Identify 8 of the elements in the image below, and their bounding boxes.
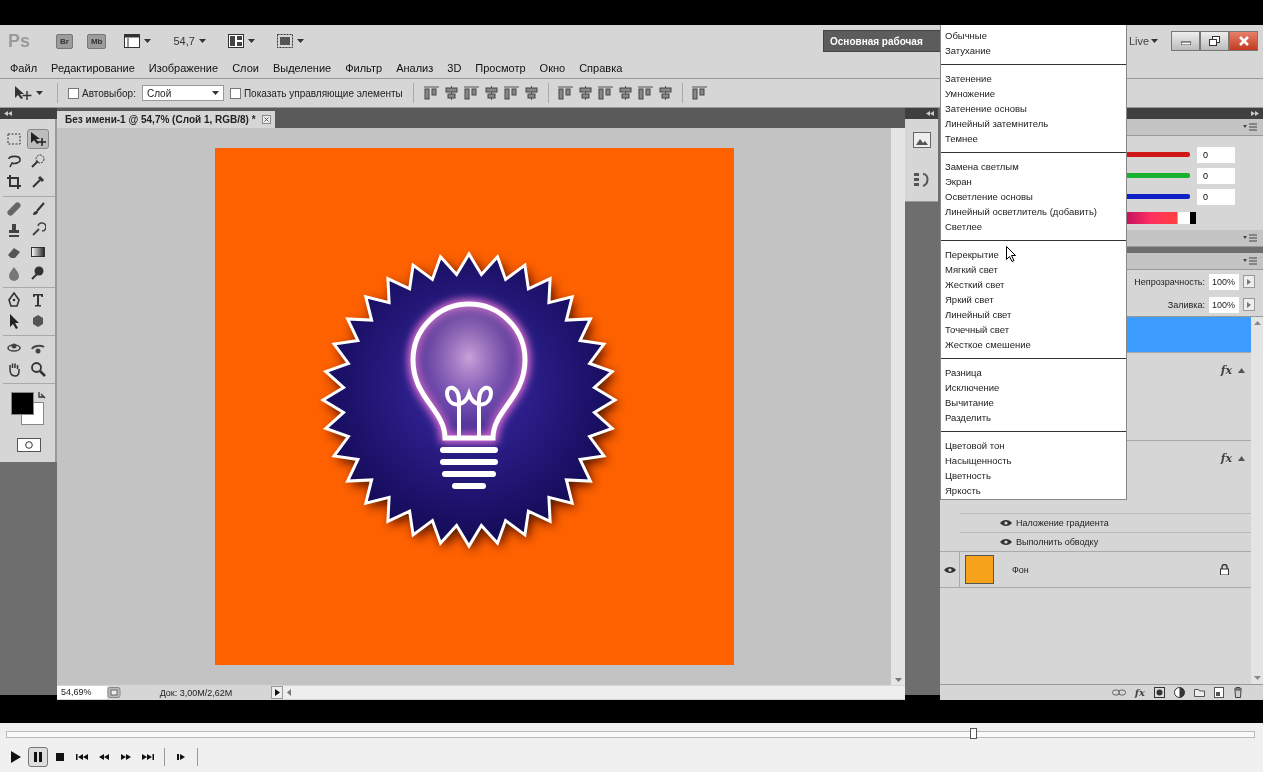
effect-name: Выполнить обводку [1016, 537, 1099, 547]
effect-name: Наложение градиента [1016, 518, 1109, 528]
fill-label: Заливка: [1167, 299, 1205, 310]
effects-mark: fx [1220, 452, 1232, 465]
document-size-text: Док: 3,00M/2,62M [158, 687, 234, 698]
app-logo: Ps [8, 30, 32, 52]
effects-mark: fx [1220, 364, 1232, 377]
opacity-label: Непрозрачность: [1134, 276, 1205, 287]
